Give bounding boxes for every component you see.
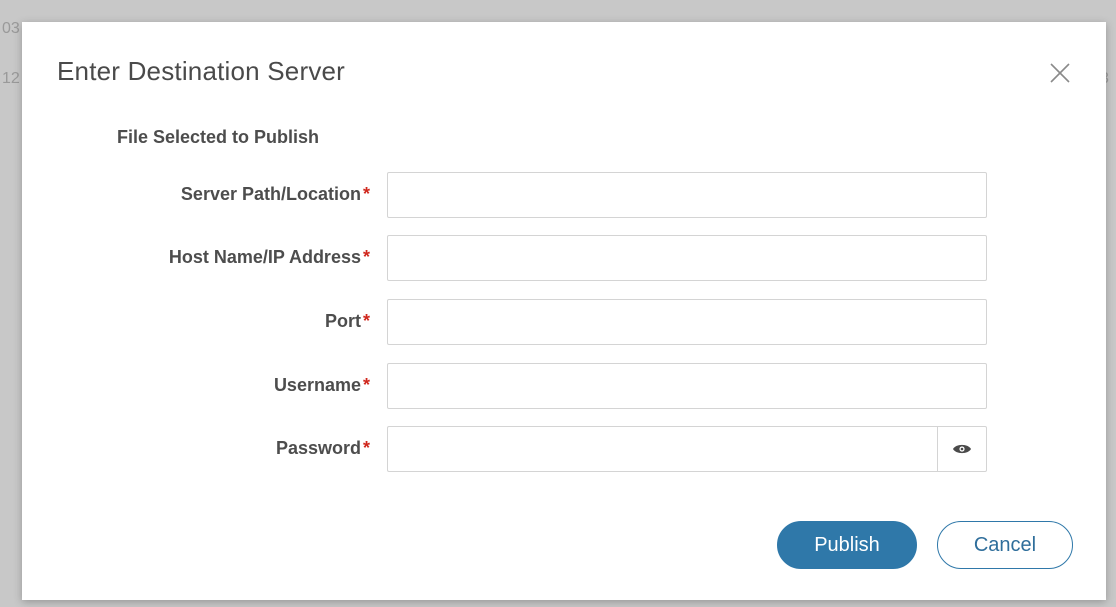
host-name-label-text: Host Name/IP Address [168, 247, 361, 267]
eye-icon [953, 444, 971, 454]
form-row-host-name: Host Name/IP Address * [22, 235, 1106, 281]
form-row-username: Username * [22, 363, 1106, 409]
username-label-text: Username [273, 375, 361, 395]
destination-server-dialog: Enter Destination Server File Selected t… [22, 22, 1106, 600]
port-label: Port * [325, 311, 370, 332]
show-password-toggle[interactable] [937, 426, 987, 472]
port-label-text: Port [324, 311, 361, 331]
server-path-label: Server Path/Location * [181, 184, 370, 205]
host-name-label: Host Name/IP Address * [169, 247, 370, 268]
dialog-title: Enter Destination Server [57, 56, 346, 86]
server-path-input[interactable] [387, 172, 987, 218]
password-label-text: Password [275, 438, 361, 458]
port-input[interactable] [387, 299, 987, 345]
username-input[interactable] [387, 363, 987, 409]
file-selected-label: File Selected to Publish [117, 127, 320, 147]
close-button[interactable] [1047, 60, 1073, 86]
password-input[interactable] [387, 426, 938, 472]
server-path-label-text: Server Path/Location [180, 184, 361, 204]
cancel-button[interactable]: Cancel [937, 521, 1073, 569]
close-icon [1050, 63, 1070, 83]
required-marker: * [362, 375, 370, 395]
required-marker: * [362, 247, 370, 267]
required-marker: * [362, 438, 370, 458]
password-label: Password * [276, 438, 370, 459]
required-marker: * [362, 184, 370, 204]
form-row-server-path: Server Path/Location * [22, 172, 1106, 218]
backdrop-text-fragment: 12 [2, 70, 20, 87]
form-row-password: Password * [22, 426, 1106, 472]
form-row-port: Port * [22, 299, 1106, 345]
publish-button[interactable]: Publish [777, 521, 917, 569]
required-marker: * [362, 311, 370, 331]
username-label: Username * [274, 375, 370, 396]
backdrop-text-fragment: 03 [2, 20, 20, 37]
host-name-input[interactable] [387, 235, 987, 281]
